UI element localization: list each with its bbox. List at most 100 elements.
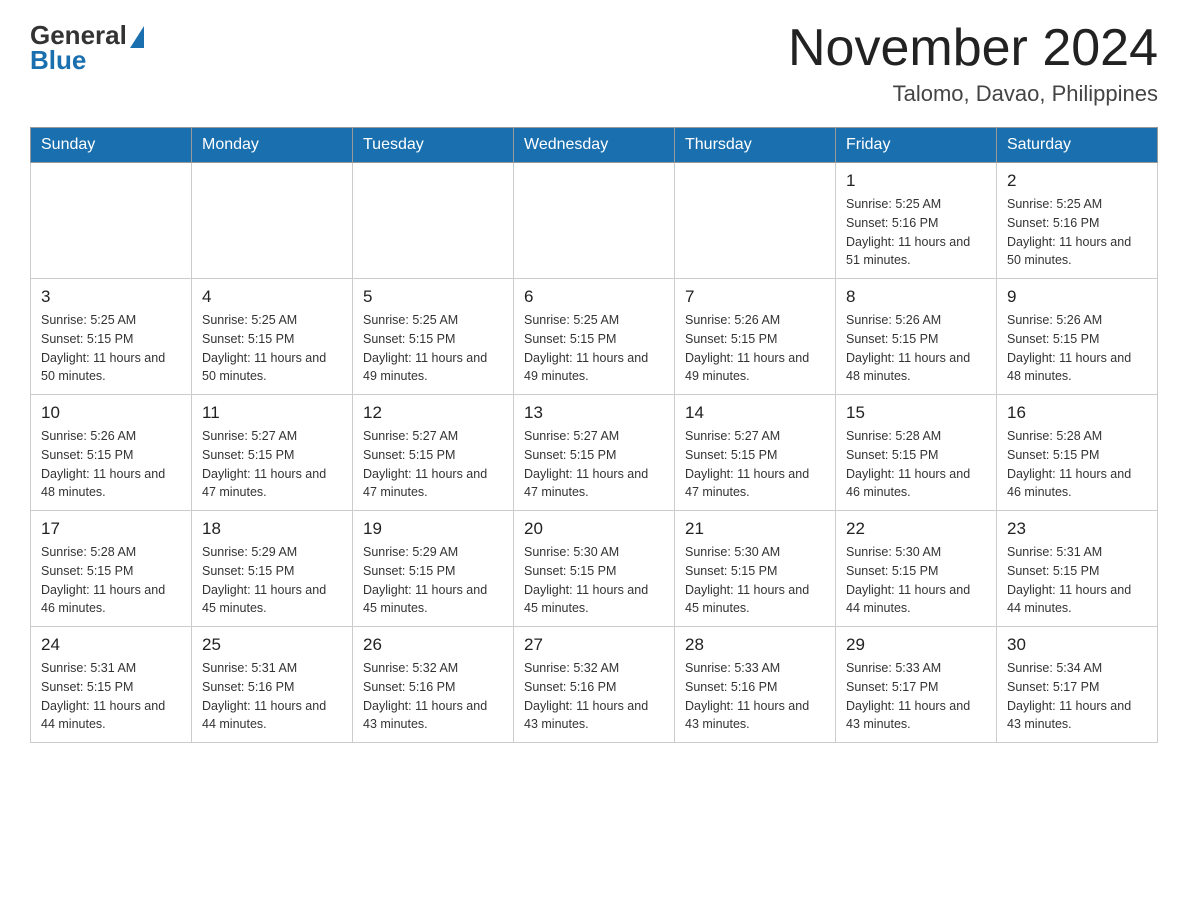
day-info: Sunrise: 5:33 AM Sunset: 5:16 PM Dayligh… [685, 659, 825, 734]
day-number: 10 [41, 403, 181, 423]
day-info: Sunrise: 5:25 AM Sunset: 5:16 PM Dayligh… [846, 195, 986, 270]
title-area: November 2024 Talomo, Davao, Philippines [788, 20, 1158, 107]
calendar-header-row: SundayMondayTuesdayWednesdayThursdayFrid… [31, 128, 1158, 163]
calendar-cell: 21 Sunrise: 5:30 AM Sunset: 5:15 PM Dayli… [675, 511, 836, 627]
day-info: Sunrise: 5:26 AM Sunset: 5:15 PM Dayligh… [1007, 311, 1147, 386]
day-info: Sunrise: 5:30 AM Sunset: 5:15 PM Dayligh… [846, 543, 986, 618]
day-number: 25 [202, 635, 342, 655]
day-info: Sunrise: 5:28 AM Sunset: 5:15 PM Dayligh… [1007, 427, 1147, 502]
weekday-header-sunday: Sunday [31, 128, 192, 163]
week-row-4: 17 Sunrise: 5:28 AM Sunset: 5:15 PM Dayli… [31, 511, 1158, 627]
day-info: Sunrise: 5:27 AM Sunset: 5:15 PM Dayligh… [524, 427, 664, 502]
day-info: Sunrise: 5:27 AM Sunset: 5:15 PM Dayligh… [363, 427, 503, 502]
day-info: Sunrise: 5:29 AM Sunset: 5:15 PM Dayligh… [363, 543, 503, 618]
day-info: Sunrise: 5:25 AM Sunset: 5:16 PM Dayligh… [1007, 195, 1147, 270]
day-number: 24 [41, 635, 181, 655]
calendar-cell [192, 163, 353, 279]
day-info: Sunrise: 5:32 AM Sunset: 5:16 PM Dayligh… [524, 659, 664, 734]
day-number: 18 [202, 519, 342, 539]
day-number: 22 [846, 519, 986, 539]
calendar-cell [353, 163, 514, 279]
location-subtitle: Talomo, Davao, Philippines [788, 81, 1158, 107]
calendar-cell: 15Sunrise: 5:28 AM Sunset: 5:15 PM Dayli… [836, 395, 997, 511]
week-row-1: 1 Sunrise: 5:25 AM Sunset: 5:16 PM Daylig… [31, 163, 1158, 279]
weekday-header-saturday: Saturday [997, 128, 1158, 163]
calendar-cell: 6Sunrise: 5:25 AM Sunset: 5:15 PM Daylig… [514, 279, 675, 395]
day-number: 27 [524, 635, 664, 655]
day-number: 28 [685, 635, 825, 655]
day-info: Sunrise: 5:30 AM Sunset: 5:15 PM Dayligh… [685, 543, 825, 618]
day-number: 8 [846, 287, 986, 307]
calendar-cell: 2 Sunrise: 5:25 AM Sunset: 5:16 PM Daylig… [997, 163, 1158, 279]
day-info: Sunrise: 5:31 AM Sunset: 5:15 PM Dayligh… [41, 659, 181, 734]
day-number: 17 [41, 519, 181, 539]
calendar-cell [675, 163, 836, 279]
day-number: 15 [846, 403, 986, 423]
day-info: Sunrise: 5:25 AM Sunset: 5:15 PM Dayligh… [41, 311, 181, 386]
calendar-cell: 29 Sunrise: 5:33 AM Sunset: 5:17 PM Dayli… [836, 627, 997, 743]
day-info: Sunrise: 5:26 AM Sunset: 5:15 PM Dayligh… [846, 311, 986, 386]
day-info: Sunrise: 5:25 AM Sunset: 5:15 PM Dayligh… [202, 311, 342, 386]
calendar-cell: 23 Sunrise: 5:31 AM Sunset: 5:15 PM Dayli… [997, 511, 1158, 627]
calendar-cell: 25 Sunrise: 5:31 AM Sunset: 5:16 PM Dayli… [192, 627, 353, 743]
weekday-header-monday: Monday [192, 128, 353, 163]
day-info: Sunrise: 5:27 AM Sunset: 5:15 PM Dayligh… [202, 427, 342, 502]
calendar-cell: 28 Sunrise: 5:33 AM Sunset: 5:16 PM Dayli… [675, 627, 836, 743]
day-number: 23 [1007, 519, 1147, 539]
day-number: 29 [846, 635, 986, 655]
weekday-header-wednesday: Wednesday [514, 128, 675, 163]
day-number: 6 [524, 287, 664, 307]
logo-triangle-icon [130, 26, 144, 48]
day-number: 12 [363, 403, 503, 423]
calendar-cell: 17 Sunrise: 5:28 AM Sunset: 5:15 PM Dayli… [31, 511, 192, 627]
day-number: 26 [363, 635, 503, 655]
calendar-cell: 3 Sunrise: 5:25 AM Sunset: 5:15 PM Daylig… [31, 279, 192, 395]
day-number: 2 [1007, 171, 1147, 191]
calendar-cell: 13 Sunrise: 5:27 AM Sunset: 5:15 PM Dayli… [514, 395, 675, 511]
day-number: 21 [685, 519, 825, 539]
page-header: General Blue November 2024 Talomo, Davao… [30, 20, 1158, 107]
day-info: Sunrise: 5:29 AM Sunset: 5:15 PM Dayligh… [202, 543, 342, 618]
day-info: Sunrise: 5:27 AM Sunset: 5:15 PM Dayligh… [685, 427, 825, 502]
day-info: Sunrise: 5:30 AM Sunset: 5:15 PM Dayligh… [524, 543, 664, 618]
calendar-cell: 18 Sunrise: 5:29 AM Sunset: 5:15 PM Dayli… [192, 511, 353, 627]
day-number: 4 [202, 287, 342, 307]
calendar-cell: 20 Sunrise: 5:30 AM Sunset: 5:15 PM Dayli… [514, 511, 675, 627]
calendar-cell: 1 Sunrise: 5:25 AM Sunset: 5:16 PM Daylig… [836, 163, 997, 279]
calendar-cell: 5 Sunrise: 5:25 AM Sunset: 5:15 PM Daylig… [353, 279, 514, 395]
calendar-cell: 10 Sunrise: 5:26 AM Sunset: 5:15 PM Dayli… [31, 395, 192, 511]
calendar-cell: 4 Sunrise: 5:25 AM Sunset: 5:15 PM Daylig… [192, 279, 353, 395]
calendar-cell: 7Sunrise: 5:26 AM Sunset: 5:15 PM Daylig… [675, 279, 836, 395]
calendar-cell: 11 Sunrise: 5:27 AM Sunset: 5:15 PM Dayli… [192, 395, 353, 511]
calendar-cell [31, 163, 192, 279]
month-title: November 2024 [788, 20, 1158, 77]
day-number: 3 [41, 287, 181, 307]
day-info: Sunrise: 5:31 AM Sunset: 5:16 PM Dayligh… [202, 659, 342, 734]
day-number: 5 [363, 287, 503, 307]
calendar-cell: 24 Sunrise: 5:31 AM Sunset: 5:15 PM Dayli… [31, 627, 192, 743]
day-number: 19 [363, 519, 503, 539]
day-number: 1 [846, 171, 986, 191]
day-info: Sunrise: 5:28 AM Sunset: 5:15 PM Dayligh… [41, 543, 181, 618]
weekday-header-tuesday: Tuesday [353, 128, 514, 163]
calendar-cell: 8 Sunrise: 5:26 AM Sunset: 5:15 PM Daylig… [836, 279, 997, 395]
week-row-5: 24 Sunrise: 5:31 AM Sunset: 5:15 PM Dayli… [31, 627, 1158, 743]
calendar-cell: 14 Sunrise: 5:27 AM Sunset: 5:15 PM Dayli… [675, 395, 836, 511]
week-row-3: 10 Sunrise: 5:26 AM Sunset: 5:15 PM Dayli… [31, 395, 1158, 511]
day-info: Sunrise: 5:26 AM Sunset: 5:15 PM Dayligh… [41, 427, 181, 502]
calendar-cell: 12 Sunrise: 5:27 AM Sunset: 5:15 PM Dayli… [353, 395, 514, 511]
calendar-table: SundayMondayTuesdayWednesdayThursdayFrid… [30, 127, 1158, 743]
day-number: 30 [1007, 635, 1147, 655]
calendar-cell: 19 Sunrise: 5:29 AM Sunset: 5:15 PM Dayli… [353, 511, 514, 627]
day-number: 11 [202, 403, 342, 423]
day-info: Sunrise: 5:31 AM Sunset: 5:15 PM Dayligh… [1007, 543, 1147, 618]
day-info: Sunrise: 5:25 AM Sunset: 5:15 PM Dayligh… [363, 311, 503, 386]
day-info: Sunrise: 5:33 AM Sunset: 5:17 PM Dayligh… [846, 659, 986, 734]
day-number: 14 [685, 403, 825, 423]
day-number: 13 [524, 403, 664, 423]
calendar-cell [514, 163, 675, 279]
logo: General Blue [30, 20, 144, 76]
day-number: 20 [524, 519, 664, 539]
week-row-2: 3 Sunrise: 5:25 AM Sunset: 5:15 PM Daylig… [31, 279, 1158, 395]
day-info: Sunrise: 5:34 AM Sunset: 5:17 PM Dayligh… [1007, 659, 1147, 734]
